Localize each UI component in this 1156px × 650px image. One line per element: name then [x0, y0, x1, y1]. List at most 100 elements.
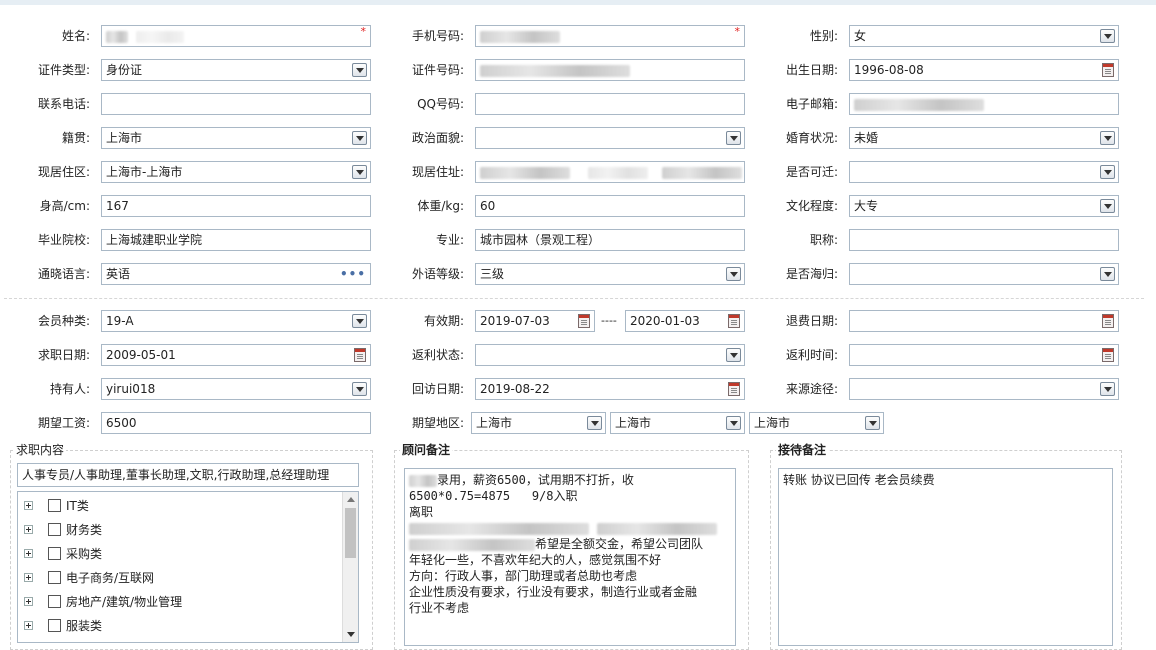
category-checkbox[interactable] — [48, 595, 61, 608]
reception-notes-textarea[interactable]: 转账 协议已回传 老会员续费 — [778, 468, 1113, 646]
birth-date-field[interactable]: 1996-08-08 — [849, 59, 1119, 81]
qq-field[interactable] — [475, 93, 745, 115]
height-field[interactable]: 167 — [101, 195, 371, 217]
calendar-icon[interactable] — [578, 314, 590, 328]
chevron-down-icon[interactable] — [352, 382, 367, 396]
marital-select[interactable]: 未婚 — [849, 127, 1119, 149]
chevron-down-icon[interactable] — [1100, 267, 1115, 281]
chevron-down-icon[interactable] — [587, 416, 602, 430]
rebate-time-field[interactable] — [849, 344, 1119, 366]
chevron-down-icon[interactable] — [352, 131, 367, 145]
expand-icon[interactable] — [24, 549, 33, 558]
expand-icon[interactable] — [24, 573, 33, 582]
more-icon[interactable]: ••• — [340, 264, 366, 284]
phone-field[interactable] — [101, 93, 371, 115]
gender-select[interactable]: 女 — [849, 25, 1119, 47]
id-type-select[interactable]: 身份证 — [101, 59, 371, 81]
title-field[interactable] — [849, 229, 1119, 251]
rebate-status-select[interactable] — [475, 344, 745, 366]
chevron-down-icon[interactable] — [726, 267, 741, 281]
category-checkbox[interactable] — [48, 499, 61, 512]
note-line: 离职 — [409, 505, 434, 519]
region-district-select[interactable]: 上海市 — [749, 412, 884, 434]
mobile-field[interactable]: * — [475, 25, 745, 47]
region-province-select[interactable]: 上海市 — [471, 412, 606, 434]
gender-value: 女 — [854, 29, 867, 43]
relocate-select[interactable] — [849, 161, 1119, 183]
phone-label: 联系电话: — [37, 97, 90, 111]
address-field[interactable] — [475, 161, 745, 183]
chevron-down-icon[interactable] — [726, 131, 741, 145]
job-selected-field[interactable]: 人事专员/人事助理,董事长助理,文职,行政助理,总经理助理 — [17, 463, 359, 487]
height-label: 身高/cm: — [39, 199, 90, 213]
name-field[interactable]: * — [101, 25, 371, 47]
redacted-text — [661, 166, 742, 179]
salary-field[interactable]: 6500 — [101, 412, 371, 434]
source-select[interactable] — [849, 378, 1119, 400]
calendar-icon[interactable] — [1102, 314, 1114, 328]
scroll-up-icon[interactable] — [347, 497, 355, 502]
native-select[interactable]: 上海市 — [101, 127, 371, 149]
overseas-select[interactable] — [849, 263, 1119, 285]
calendar-icon[interactable] — [728, 382, 740, 396]
region-city-select[interactable]: 上海市 — [610, 412, 745, 434]
advisor-legend: 顾问备注 — [400, 443, 453, 457]
education-select[interactable]: 大专 — [849, 195, 1119, 217]
major-field[interactable]: 城市园林（景观工程） — [475, 229, 745, 251]
row-id: 证件类型: 身份证 证件号码: 出生日期: 1996-08-08 — [0, 59, 1156, 83]
lang-level-select[interactable]: 三级 — [475, 263, 745, 285]
row-salary: 期望工资: 6500 期望地区: 上海市 上海市 上海市 — [0, 412, 1156, 436]
chevron-down-icon[interactable] — [1100, 29, 1115, 43]
expand-icon[interactable] — [24, 621, 33, 630]
chevron-down-icon[interactable] — [352, 63, 367, 77]
expand-icon[interactable] — [24, 501, 33, 510]
category-checkbox[interactable] — [48, 571, 61, 584]
row-body: 身高/cm: 167 体重/kg: 60 文化程度: 大专 — [0, 195, 1156, 219]
chevron-down-icon[interactable] — [352, 165, 367, 179]
education-value: 大专 — [854, 199, 879, 213]
calendar-icon[interactable] — [728, 314, 740, 328]
member-type-select[interactable]: 19-A — [101, 310, 371, 332]
chevron-down-icon[interactable] — [865, 416, 880, 430]
chevron-down-icon[interactable] — [1100, 382, 1115, 396]
school-field[interactable]: 上海城建职业学院 — [101, 229, 371, 251]
tree-scrollbar[interactable] — [342, 492, 358, 642]
top-bar — [0, 0, 1156, 5]
advisor-notes-textarea[interactable]: 录用，薪资6500，试用期不打折，收 6500*0.75=4875 9/8入职 … — [404, 468, 736, 646]
section-divider — [4, 298, 1144, 299]
scroll-thumb[interactable] — [345, 508, 356, 558]
expand-icon[interactable] — [24, 525, 33, 534]
visit-date-field[interactable]: 2019-08-22 — [475, 378, 745, 400]
calendar-icon[interactable] — [354, 348, 366, 362]
chevron-down-icon[interactable] — [1100, 131, 1115, 145]
weight-field[interactable]: 60 — [475, 195, 745, 217]
redacted-text — [409, 474, 437, 487]
chevron-down-icon[interactable] — [1100, 165, 1115, 179]
redacted-text — [106, 30, 128, 43]
chevron-down-icon[interactable] — [726, 348, 741, 362]
holder-select[interactable]: yirui018 — [101, 378, 371, 400]
refund-date-field[interactable] — [849, 310, 1119, 332]
category-checkbox[interactable] — [48, 619, 61, 632]
language-field[interactable]: 英语 ••• — [101, 263, 371, 285]
residence-select[interactable]: 上海市-上海市 — [101, 161, 371, 183]
job-date-field[interactable]: 2009-05-01 — [101, 344, 371, 366]
calendar-icon[interactable] — [1102, 63, 1114, 77]
political-select[interactable] — [475, 127, 745, 149]
category-checkbox[interactable] — [48, 547, 61, 560]
row-contact: 联系电话: QQ号码: 电子邮箱: — [0, 93, 1156, 117]
weight-value: 60 — [480, 199, 496, 213]
calendar-icon[interactable] — [1102, 348, 1114, 362]
chevron-down-icon[interactable] — [1100, 199, 1115, 213]
id-no-field[interactable] — [475, 59, 745, 81]
chevron-down-icon[interactable] — [352, 314, 367, 328]
valid-from-field[interactable]: 2019-07-03 — [475, 310, 595, 332]
email-field[interactable] — [849, 93, 1119, 115]
category-label: 采购类 — [66, 547, 103, 561]
scroll-down-icon[interactable] — [347, 632, 355, 637]
chevron-down-icon[interactable] — [726, 416, 741, 430]
valid-to-field[interactable]: 2020-01-03 — [625, 310, 745, 332]
expand-icon[interactable] — [24, 597, 33, 606]
category-checkbox[interactable] — [48, 523, 61, 536]
job-category-tree[interactable]: IT类 财务类 采购类 电子商务/互联网 房地产/建筑/物业管理 服装类 — [17, 491, 359, 643]
